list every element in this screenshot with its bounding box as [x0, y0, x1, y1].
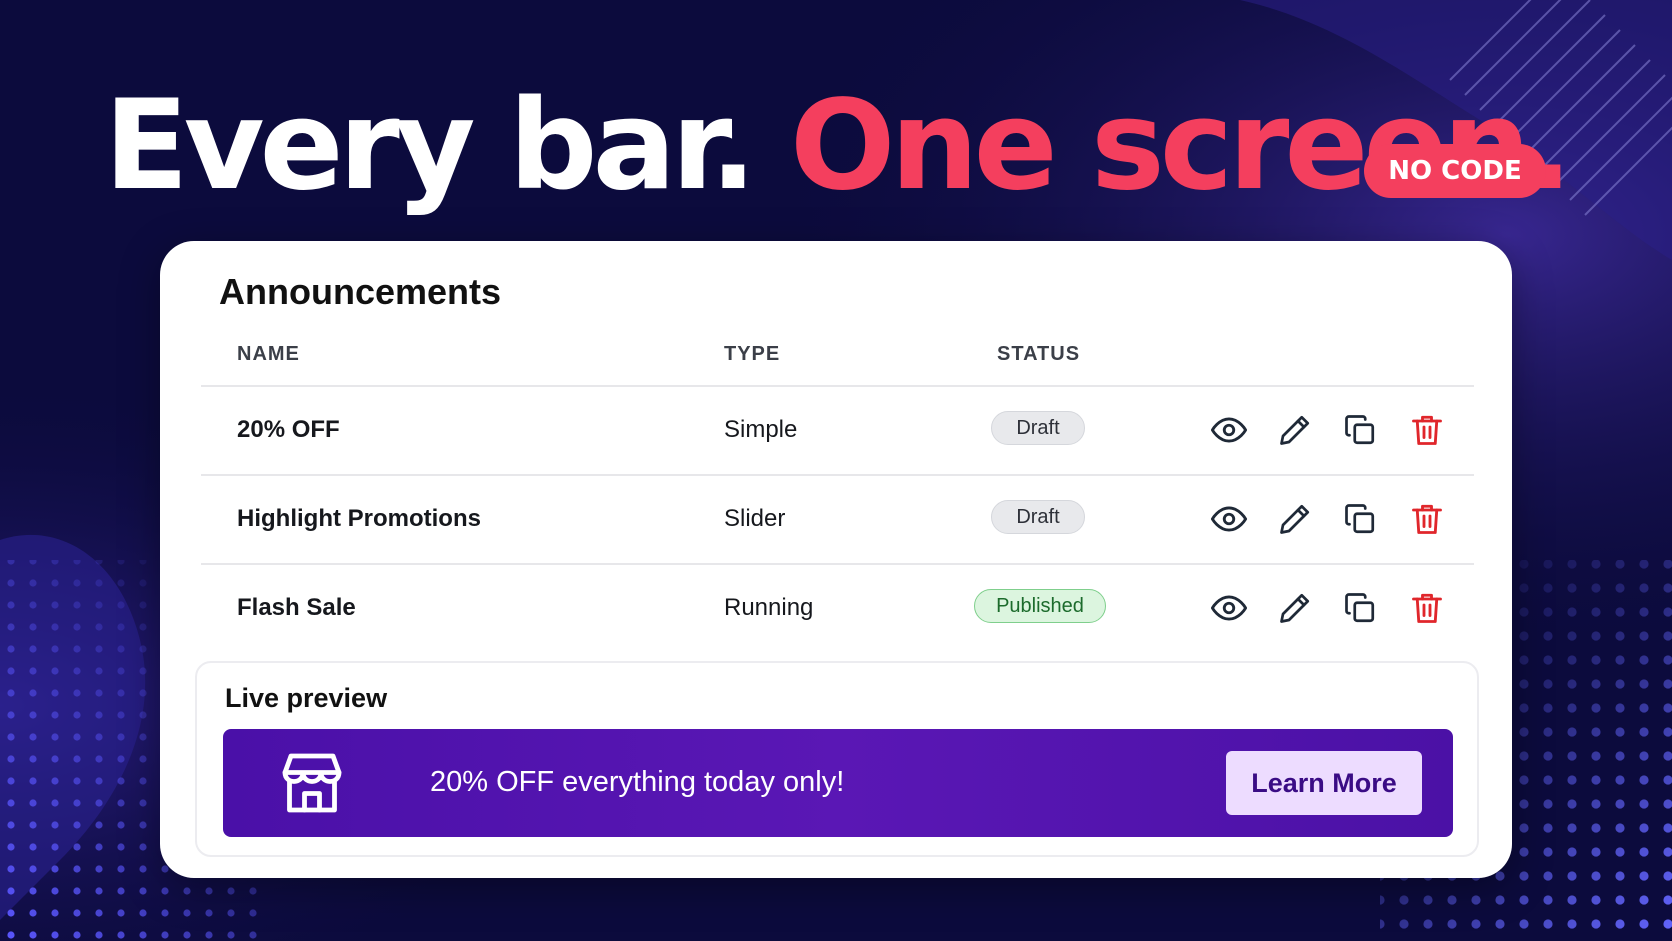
announcement-bar-preview: 20% OFF everything today only! Learn Mor…: [223, 729, 1453, 837]
delete-button[interactable]: [1405, 586, 1449, 630]
column-header-status: STATUS: [997, 343, 1081, 365]
announcements-card: Announcements NAME TYPE STATUS 20% OFF S…: [160, 241, 1512, 878]
trash-icon: [1412, 504, 1442, 534]
eye-icon: [1210, 506, 1248, 532]
status-badge: Published: [974, 589, 1106, 623]
live-preview-panel: Live preview 20% OFF everything today on…: [195, 661, 1479, 857]
edit-button[interactable]: [1273, 497, 1317, 541]
announcement-text: 20% OFF everything today only!: [430, 766, 845, 798]
row-name: 20% OFF: [237, 416, 340, 443]
duplicate-button[interactable]: [1338, 586, 1382, 630]
copy-icon: [1345, 593, 1375, 623]
duplicate-button[interactable]: [1338, 408, 1382, 452]
table-row: Highlight Promotions Slider Draft: [201, 475, 1474, 565]
preview-button[interactable]: [1207, 586, 1251, 630]
row-type: Simple: [724, 416, 798, 443]
trash-icon: [1412, 415, 1442, 445]
pencil-icon: [1280, 415, 1310, 445]
storefront-icon: [282, 753, 342, 813]
delete-button[interactable]: [1405, 497, 1449, 541]
headline-white-part: Every bar.: [104, 74, 757, 218]
pencil-icon: [1280, 593, 1310, 623]
status-badge: Draft: [991, 411, 1085, 445]
edit-button[interactable]: [1273, 586, 1317, 630]
table-row: 20% OFF Simple Draft: [201, 386, 1474, 476]
no-code-badge: NO CODE: [1364, 144, 1546, 198]
eye-icon: [1210, 595, 1248, 621]
edit-button[interactable]: [1273, 408, 1317, 452]
row-type: Running: [724, 594, 814, 621]
copy-icon: [1345, 415, 1375, 445]
preview-button[interactable]: [1207, 497, 1251, 541]
table-row: Flash Sale Running Published: [201, 564, 1474, 652]
trash-icon: [1412, 593, 1442, 623]
live-preview-title: Live preview: [225, 683, 388, 713]
learn-more-button[interactable]: Learn More: [1226, 751, 1422, 815]
column-header-name: NAME: [237, 343, 300, 365]
preview-button[interactable]: [1207, 408, 1251, 452]
row-name: Highlight Promotions: [237, 505, 481, 532]
card-title: Announcements: [219, 271, 502, 312]
copy-icon: [1345, 504, 1375, 534]
eye-icon: [1210, 417, 1248, 443]
table-header: NAME TYPE STATUS: [201, 321, 1474, 387]
row-name: Flash Sale: [237, 594, 356, 621]
hero-headline: Every bar. One screen.: [104, 78, 1573, 214]
status-badge: Draft: [991, 500, 1085, 534]
pencil-icon: [1280, 504, 1310, 534]
duplicate-button[interactable]: [1338, 497, 1382, 541]
column-header-type: TYPE: [724, 343, 781, 365]
row-type: Slider: [724, 505, 786, 532]
delete-button[interactable]: [1405, 408, 1449, 452]
